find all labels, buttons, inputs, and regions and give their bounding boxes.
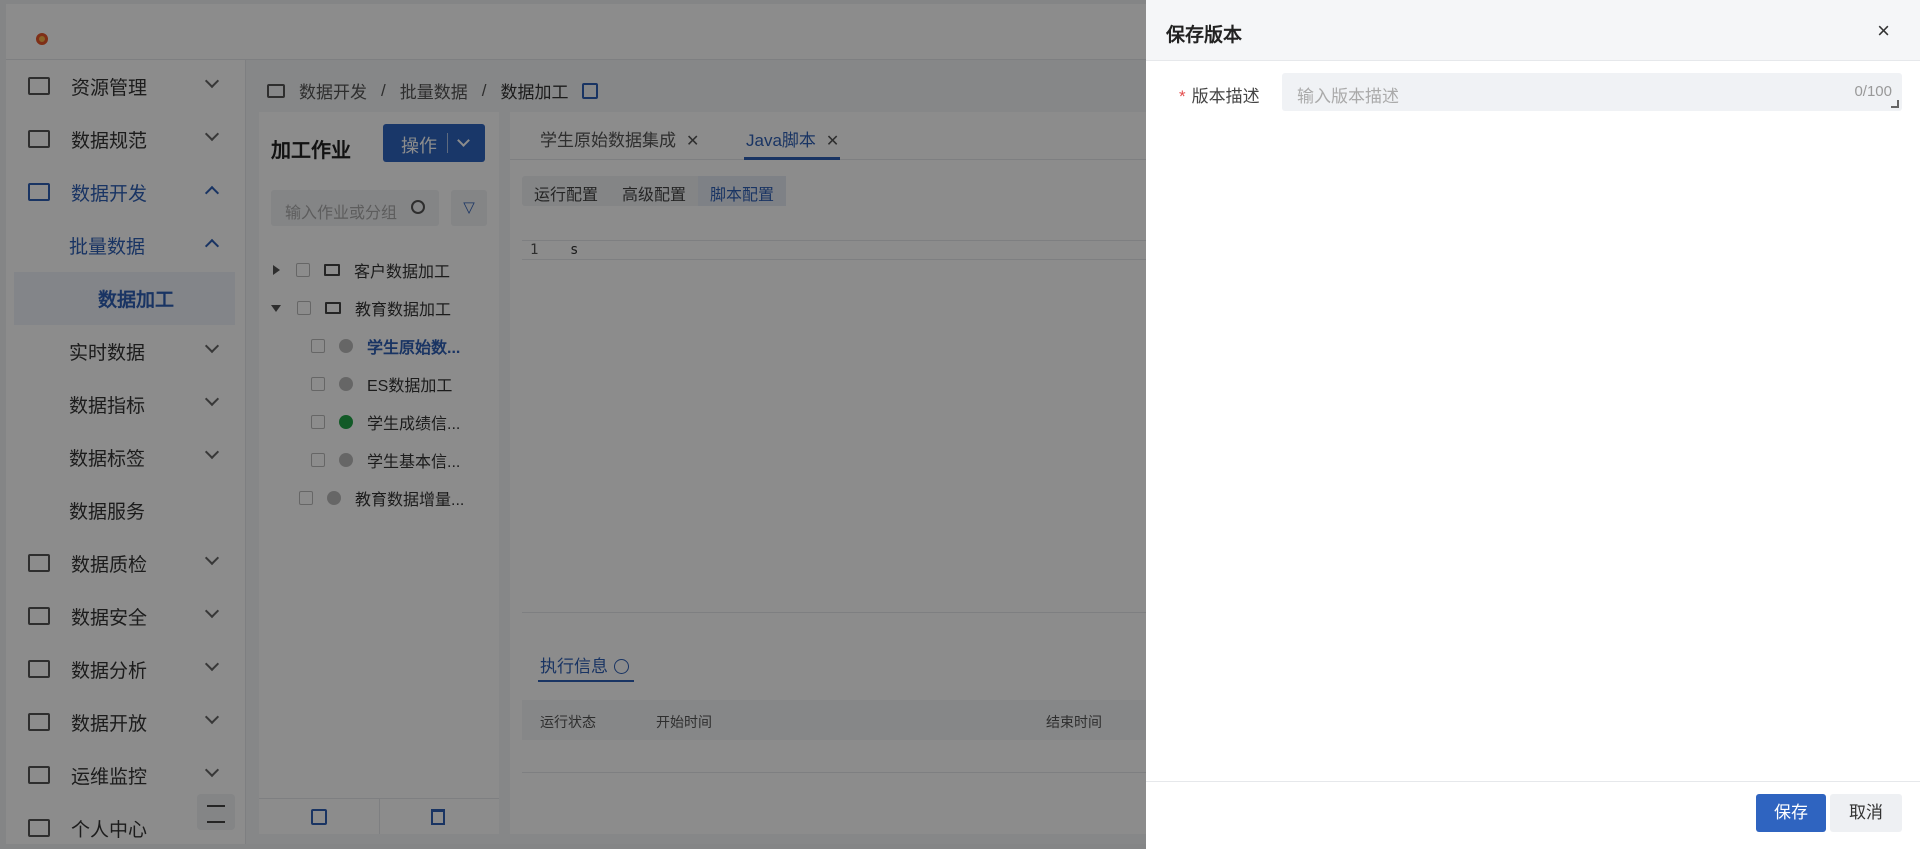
required-mark: * <box>1179 87 1186 106</box>
save-version-drawer: 保存版本 × * 版本描述 输入版本描述 0/100 保存 取消 <box>1146 0 1920 849</box>
drawer-title: 保存版本 <box>1166 25 1243 46</box>
drawer-footer: 保存 取消 <box>1146 781 1920 849</box>
version-desc-textarea[interactable]: 输入版本描述 0/100 <box>1282 73 1902 111</box>
drawer-header: 保存版本 × <box>1146 0 1920 61</box>
resize-handle-icon[interactable] <box>1891 100 1899 108</box>
save-button[interactable]: 保存 <box>1756 794 1826 832</box>
placeholder: 输入版本描述 <box>1297 87 1399 106</box>
close-icon[interactable]: × <box>1877 20 1890 42</box>
version-desc-label: * 版本描述 <box>1179 87 1260 106</box>
cancel-button[interactable]: 取消 <box>1830 794 1902 832</box>
char-counter: 0/100 <box>1854 83 1892 100</box>
